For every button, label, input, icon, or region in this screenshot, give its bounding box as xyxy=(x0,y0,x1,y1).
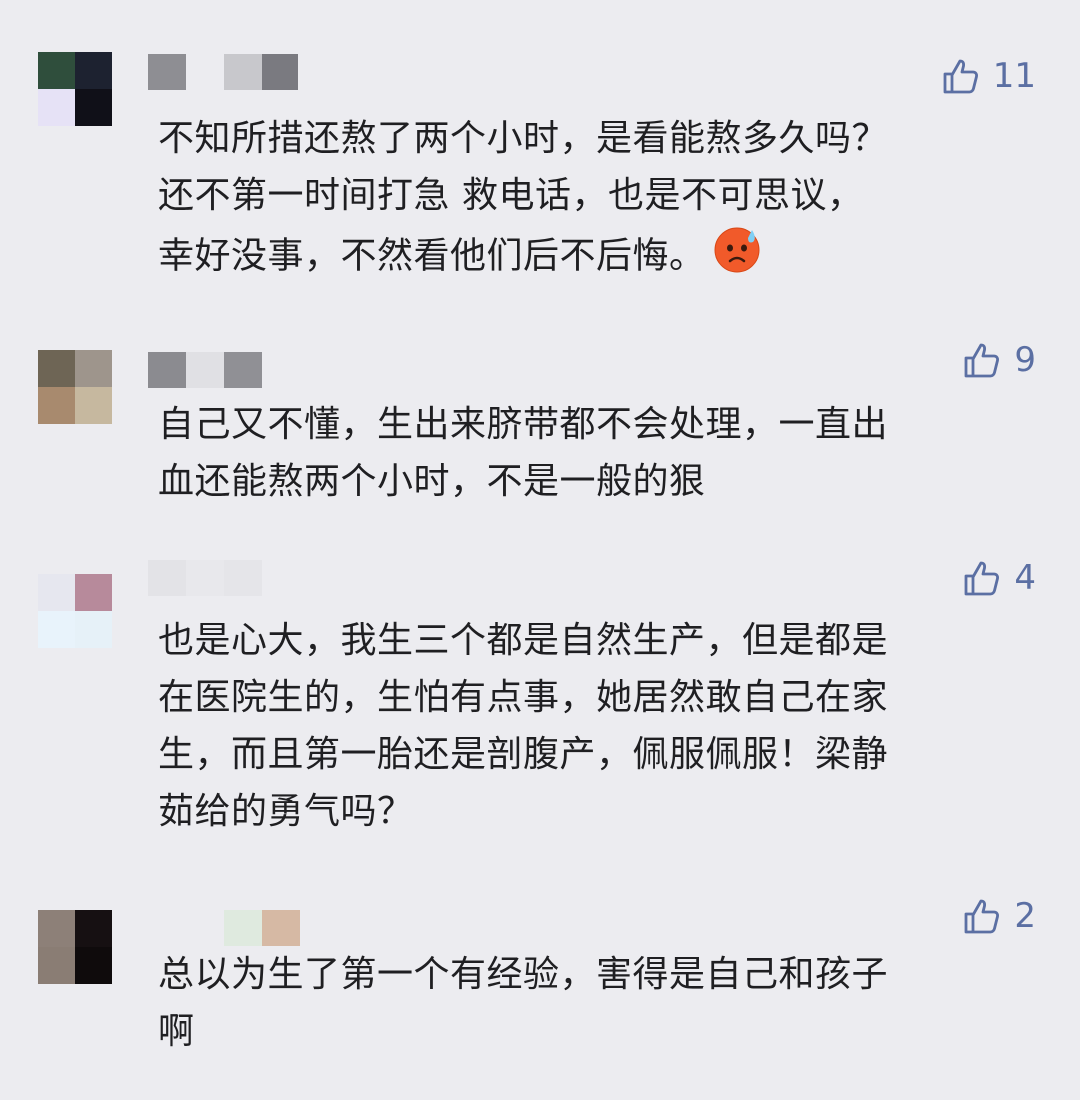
comment-line: 生，而且第一胎还是剖腹产，佩服佩服！梁静 xyxy=(158,734,889,775)
comment-line: 啊 xyxy=(158,1011,195,1052)
like-button[interactable]: 2 xyxy=(962,896,1036,936)
comment-text: 不知所措还熬了两个小时，是看能熬多久吗？ 还不第一时间打急 救电话，也是不可思议… xyxy=(158,110,1038,291)
avatar[interactable] xyxy=(38,574,112,648)
username-blurred[interactable] xyxy=(148,352,262,388)
like-button[interactable]: 11 xyxy=(941,56,1036,96)
comment-line: 在医院生的，生怕有点事，她居然敢自己在家 xyxy=(158,677,889,718)
comment-text: 总以为生了第一个有经验，害得是自己和孩子 啊 xyxy=(158,946,1038,1060)
like-count: 11 xyxy=(992,56,1036,96)
comment-line: 不知所措还熬了两个小时，是看能熬多久吗？ xyxy=(158,118,889,159)
comment-text: 自己又不懂，生出来脐带都不会处理，一直出 血还能熬两个小时，不是一般的狠 xyxy=(158,396,1038,510)
thumbs-up-icon xyxy=(964,899,1000,934)
comment-line: 也是心大，我生三个都是自然生产，但是都是 xyxy=(158,620,889,661)
like-count: 4 xyxy=(1014,558,1036,598)
comment-line: 总以为生了第一个有经验，害得是自己和孩子 xyxy=(158,954,889,995)
comment-line: 幸好没事，不然看他们后不后悔。 xyxy=(158,224,1038,291)
avatar[interactable] xyxy=(38,910,112,984)
avatar[interactable] xyxy=(38,52,112,126)
username-blurred[interactable] xyxy=(148,910,300,946)
username-blurred[interactable] xyxy=(148,560,262,596)
username-blurred[interactable] xyxy=(148,54,298,90)
like-button[interactable]: 4 xyxy=(962,558,1036,598)
sweating-face-emoji-icon xyxy=(712,224,762,291)
comment-line: 还不第一时间打急 救电话，也是不可思议， xyxy=(158,175,864,216)
thumbs-up-icon xyxy=(943,59,978,94)
comment-text: 也是心大，我生三个都是自然生产，但是都是 在医院生的，生怕有点事，她居然敢自己在… xyxy=(158,612,1038,840)
thumbs-up-icon xyxy=(964,561,1000,596)
like-count: 2 xyxy=(1014,896,1036,936)
like-button[interactable]: 9 xyxy=(962,340,1036,380)
avatar[interactable] xyxy=(38,350,112,424)
comment-line: 血还能熬两个小时，不是一般的狠 xyxy=(158,461,706,502)
comment-line: 茹给的勇气吗？ xyxy=(158,791,414,832)
like-count: 9 xyxy=(1014,340,1036,380)
thumbs-up-icon xyxy=(964,343,1000,378)
comment-line: 自己又不懂，生出来脐带都不会处理，一直出 xyxy=(158,404,889,445)
